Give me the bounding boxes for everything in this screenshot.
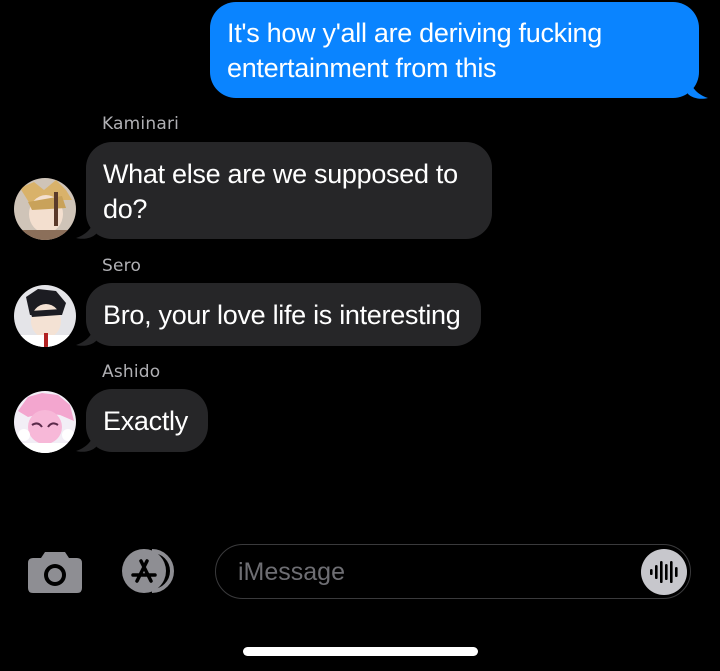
audio-message-button[interactable] xyxy=(641,549,687,595)
imessage-input[interactable]: iMessage xyxy=(215,544,691,599)
sero-message-bubble[interactable]: Bro, your love life is interesting xyxy=(86,283,481,346)
outgoing-message-line-2: entertainment from this xyxy=(227,53,497,83)
kaminari-message-line-1: What else are we supposed to xyxy=(103,159,458,189)
app-store-icon[interactable] xyxy=(118,547,180,600)
outgoing-bubble-tail xyxy=(688,74,708,99)
camera-icon[interactable] xyxy=(27,550,83,599)
avatar-ashido[interactable] xyxy=(14,391,76,453)
waveform-icon xyxy=(650,561,678,583)
home-indicator[interactable] xyxy=(243,647,478,656)
sender-name-ashido: Ashido xyxy=(102,362,161,382)
kaminari-message-bubble[interactable]: What else are we supposed to do? xyxy=(86,142,492,239)
kaminari-message-line-2: do? xyxy=(103,194,148,224)
sero-message-text: Bro, your love life is interesting xyxy=(103,300,461,330)
avatar-sero[interactable] xyxy=(14,285,76,347)
sender-name-kaminari: Kaminari xyxy=(102,114,180,134)
outgoing-message-line-1: It's how y'all are deriving fucking xyxy=(227,18,602,48)
sender-name-sero: Sero xyxy=(102,256,142,276)
imessage-placeholder: iMessage xyxy=(238,558,345,586)
avatar-kaminari[interactable] xyxy=(14,178,76,240)
outgoing-message-bubble[interactable]: It's how y'all are deriving fucking ente… xyxy=(210,2,699,98)
ashido-message-text: Exactly xyxy=(103,406,188,436)
ashido-message-bubble[interactable]: Exactly xyxy=(86,389,208,452)
